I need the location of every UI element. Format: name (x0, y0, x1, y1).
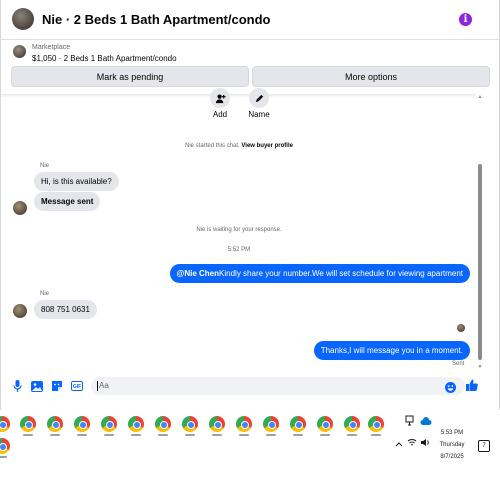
chrome-icon[interactable] (20, 416, 36, 432)
wifi-icon[interactable] (407, 438, 417, 449)
clock-date: 8/7/2025 (440, 454, 464, 460)
chrome-icon[interactable] (155, 416, 171, 432)
outgoing-message[interactable]: @Nie ChenKindly share your number.We wil… (169, 264, 470, 283)
notification-icon[interactable]: 7 (478, 440, 490, 452)
running-indicator (320, 434, 330, 436)
running-indicator (185, 434, 195, 436)
running-indicator (239, 434, 249, 436)
name-label: Name (248, 110, 270, 119)
chrome-icon[interactable] (317, 416, 333, 432)
view-buyer-profile-link[interactable]: View buyer profile (241, 143, 293, 149)
mention-link[interactable]: @Nie Chen (177, 269, 219, 278)
running-indicator (77, 434, 87, 436)
thumbs-up-icon[interactable] (466, 379, 478, 391)
listing-thumbnail[interactable] (13, 45, 26, 58)
message-input-placeholder: Aa (99, 381, 109, 390)
incoming-message[interactable]: Message sent (34, 192, 101, 211)
more-options-button[interactable]: More options (252, 66, 490, 87)
incoming-message[interactable]: 808 751 0631 (34, 300, 97, 319)
sticker-icon[interactable] (51, 380, 63, 392)
pencil-icon[interactable] (249, 88, 269, 108)
chrome-icon[interactable] (263, 416, 279, 432)
sender-avatar[interactable] (13, 201, 27, 215)
running-indicator (158, 434, 168, 436)
add-action[interactable]: Add (200, 88, 240, 119)
message-timestamp: 5:52 PM (227, 247, 251, 253)
sender-name: Nie (40, 291, 50, 297)
running-indicator (347, 434, 357, 436)
seen-avatar (457, 324, 465, 332)
marketplace-label: Marketplace (32, 44, 71, 51)
scrollbar-thumb[interactable] (478, 164, 482, 360)
listing-title[interactable]: $1,050 · 2 Beds 1 Bath Apartment/condo (32, 54, 177, 63)
contact-avatar[interactable] (12, 8, 34, 30)
scroll-down-icon[interactable]: ▼ (477, 364, 483, 370)
chrome-icon[interactable] (0, 416, 10, 432)
chrome-icon[interactable] (344, 416, 360, 432)
chat-started-text: Nie started this chat. (185, 143, 240, 149)
mark-as-pending-button[interactable]: Mark as pending (11, 66, 249, 87)
image-icon[interactable] (31, 380, 43, 392)
clock-day: Thursday (439, 442, 465, 448)
emoji-icon[interactable] (444, 381, 456, 393)
gif-icon[interactable]: GIF (71, 380, 83, 392)
running-indicator (23, 434, 33, 436)
gif-label: GIF (73, 384, 81, 390)
sender-avatar[interactable] (13, 304, 27, 318)
speaker-icon[interactable] (420, 438, 430, 449)
incoming-message[interactable]: Hi, is this available? (34, 172, 119, 191)
chrome-icon[interactable] (0, 438, 10, 454)
chrome-icon[interactable] (182, 416, 198, 432)
chrome-icon[interactable] (290, 416, 306, 432)
chrome-icon[interactable] (209, 416, 225, 432)
chrome-icon[interactable] (368, 416, 384, 432)
microphone-icon[interactable] (11, 380, 23, 392)
text-caret (97, 381, 98, 391)
sent-status: Sent (452, 361, 465, 367)
sender-name: Nie (40, 163, 50, 169)
listing-banner: Marketplace $1,050 · 2 Beds 1 Bath Apart… (1, 40, 500, 94)
chat-started-notice: Nie started this chat. View buyer profil… (1, 143, 477, 149)
chrome-icon[interactable] (74, 416, 90, 432)
chrome-icon[interactable] (47, 416, 63, 432)
message-input[interactable]: Aa (91, 377, 465, 395)
running-indicator (0, 456, 7, 458)
chat-window: Nie · 2 Beds 1 Bath Apartment/condo i Ma… (0, 0, 500, 410)
outgoing-text: Kindly share your number.We will set sch… (219, 269, 463, 278)
add-person-icon[interactable] (210, 88, 230, 108)
scroll-up-icon[interactable]: ▲ (477, 94, 483, 100)
running-indicator (266, 434, 276, 436)
running-indicator (131, 434, 141, 436)
running-indicator (50, 434, 60, 436)
cloud-icon[interactable] (420, 417, 432, 428)
scrollbar[interactable]: ▲ ▼ (477, 94, 483, 370)
chrome-icon[interactable] (128, 416, 144, 432)
outgoing-message[interactable]: Thanks,I will message you in a moment. (313, 341, 470, 360)
chrome-icon[interactable] (101, 416, 117, 432)
meet-icon[interactable] (405, 415, 415, 429)
add-label: Add (212, 110, 228, 119)
running-indicator (371, 434, 381, 436)
running-indicator (104, 434, 114, 436)
chat-title[interactable]: Nie · 2 Beds 1 Bath Apartment/condo (42, 12, 271, 27)
name-action[interactable]: Name (239, 88, 279, 119)
taskbar-clock[interactable]: 5:53 PM Thursday 8/7/2025 (432, 427, 472, 463)
composer-bar: GIF Aa (1, 372, 500, 400)
waiting-notice: Nie is waiting for your response. (196, 227, 282, 233)
chevron-up-icon[interactable] (395, 440, 403, 449)
chat-header: Nie · 2 Beds 1 Bath Apartment/condo i (1, 0, 500, 40)
running-indicator (212, 434, 222, 436)
chrome-icon[interactable] (236, 416, 252, 432)
info-icon[interactable]: i (459, 13, 472, 26)
message-list: Add Name Nie started this chat. View buy… (1, 88, 500, 372)
clock-time: 5:53 PM (440, 430, 464, 436)
running-indicator (293, 434, 303, 436)
